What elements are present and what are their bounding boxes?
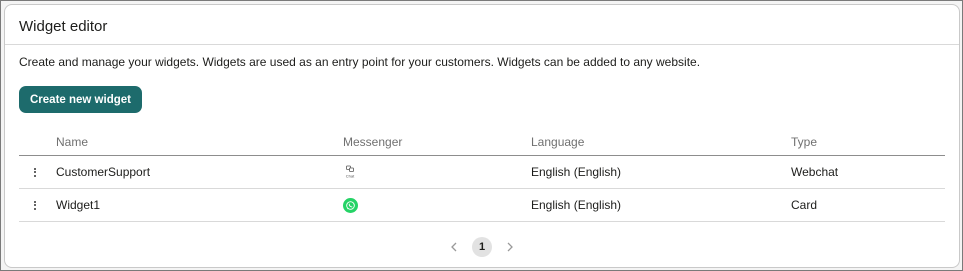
page-title: Widget editor	[19, 18, 108, 35]
column-header-name[interactable]: Name	[56, 129, 88, 155]
title-divider	[5, 44, 959, 45]
pagination: 1	[5, 237, 959, 257]
widget-type: Card	[791, 198, 818, 212]
kebab-menu-icon[interactable]	[30, 198, 40, 212]
row-menu-cell	[25, 189, 45, 221]
chevron-left-icon[interactable]	[446, 239, 462, 255]
widget-language: English (English)	[531, 165, 622, 179]
chat-icon-label: Chat	[346, 174, 355, 179]
column-header-messenger[interactable]: Messenger	[343, 129, 402, 155]
row-menu-cell	[25, 156, 45, 188]
table-header: Name Messenger Language Type	[19, 129, 945, 156]
widget-language: English (English)	[531, 198, 622, 212]
messenger-cell: Chat	[343, 156, 357, 188]
chat-icon: Chat	[343, 165, 357, 179]
whatsapp-icon	[343, 197, 358, 213]
column-header-language[interactable]: Language	[531, 129, 584, 155]
column-header-type[interactable]: Type	[791, 129, 817, 155]
widget-name: Widget1	[56, 198, 101, 212]
page-description: Create and manage your widgets. Widgets …	[19, 55, 701, 69]
widget-type: Webchat	[791, 165, 839, 179]
create-new-widget-button[interactable]: Create new widget	[19, 86, 142, 113]
messenger-cell	[343, 189, 358, 221]
table-row[interactable]: CustomerSupport Chat English (English) W…	[19, 156, 945, 189]
table-row[interactable]: Widget1 English (English) Card	[19, 189, 945, 222]
window-frame: Widget editor Create and manage your wid…	[0, 0, 963, 271]
kebab-menu-icon[interactable]	[30, 165, 40, 179]
chevron-right-icon[interactable]	[502, 239, 518, 255]
widgets-table: Name Messenger Language Type CustomerSup…	[19, 129, 945, 222]
widget-editor-panel: Widget editor Create and manage your wid…	[4, 4, 960, 268]
widget-name: CustomerSupport	[56, 165, 151, 179]
page-number-current[interactable]: 1	[472, 237, 492, 257]
